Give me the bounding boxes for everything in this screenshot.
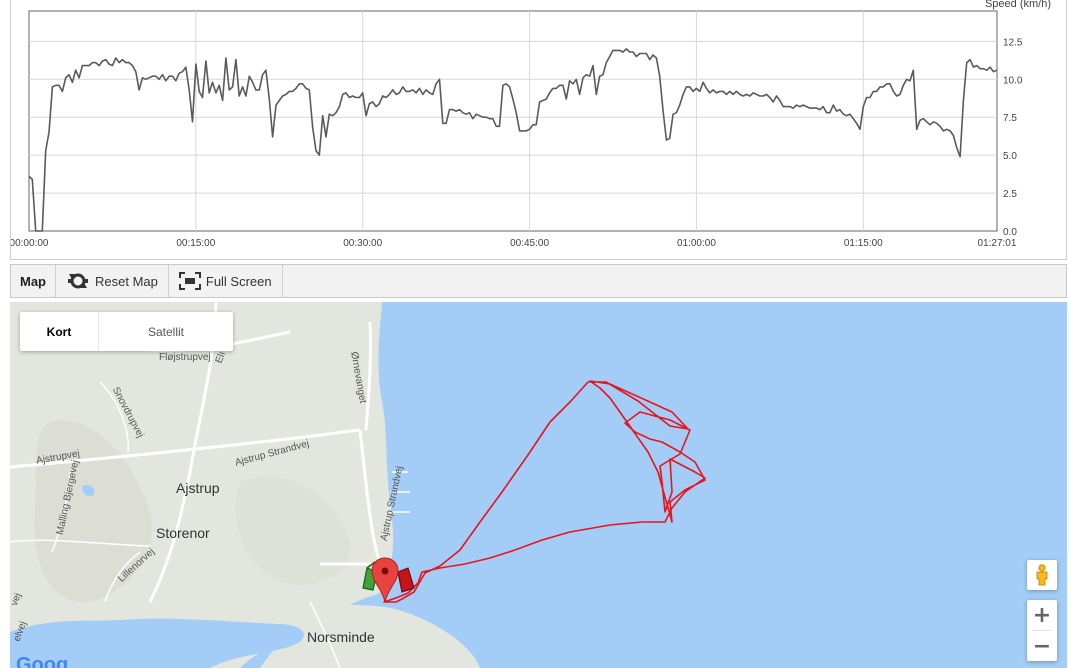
fullscreen-button[interactable]: Full Screen: [169, 265, 283, 297]
speed-chart: 0.0 2.5 5.0 7.5 10.0 12.5 00:00:00 00:15:00 00:…: [11, 0, 1051, 249]
x-tick-label: 00:45:00: [510, 238, 549, 249]
map-type-satellit[interactable]: Satellit: [99, 312, 233, 351]
y-tick-label: 12.5: [1003, 37, 1023, 48]
google-logo: Goog: [16, 654, 69, 668]
y-tick-label: 7.5: [1003, 113, 1017, 124]
fullscreen-label: Full Screen: [205, 273, 272, 289]
map-title: Map: [11, 265, 56, 297]
x-tick-label: 00:30:00: [343, 238, 382, 249]
street-view-button[interactable]: [1027, 560, 1057, 590]
x-tick-label: 01:00:00: [677, 238, 716, 249]
pegman-icon: [1036, 564, 1048, 586]
map-toolbar: Map Reset Map Full Screen: [10, 264, 1067, 298]
map-view[interactable]: Fløjstrupvej Elı Ørnevanget Snovdrupvej …: [10, 302, 1067, 668]
label-flojstrupvej: Fløjstrupvej: [159, 352, 211, 363]
label-norsminde: Norsminde: [307, 629, 375, 645]
map-type-kort[interactable]: Kort: [20, 312, 99, 351]
x-tick-label: 01:15:00: [844, 238, 883, 249]
x-tick-label: 00:00:00: [11, 238, 49, 249]
y-tick-label: 10.0: [1003, 75, 1023, 86]
zoom-control: + −: [1027, 600, 1057, 661]
map-type-control: Kort Satellit: [20, 312, 233, 351]
reset-map-label: Reset Map: [95, 273, 158, 289]
zoom-out-button[interactable]: −: [1027, 631, 1057, 661]
label-ajstrup: Ajstrup: [176, 480, 220, 496]
reset-map-button[interactable]: Reset Map: [56, 265, 169, 297]
y-tick-label: 0.0: [1003, 227, 1017, 238]
label-storenor: Storenor: [156, 525, 210, 541]
speed-line: [28, 48, 998, 232]
plot-frame: [28, 10, 998, 232]
x-tick-label: 01:27:01: [977, 238, 1016, 249]
zoom-in-button[interactable]: +: [1027, 600, 1057, 630]
y-axis-label: Speed (km/h): [985, 0, 1051, 10]
x-tick-label: 00:15:00: [176, 238, 215, 249]
speed-chart-panel: 0.0 2.5 5.0 7.5 10.0 12.5 00:00:00 00:15:00 00:…: [10, 0, 1067, 260]
fullscreen-icon: [178, 272, 201, 290]
location-pin-icon[interactable]: [371, 557, 399, 603]
reset-map-icon: [68, 273, 88, 289]
y-tick-label: 5.0: [1003, 151, 1017, 162]
gps-track: [383, 380, 706, 603]
y-tick-label: 2.5: [1003, 189, 1017, 200]
